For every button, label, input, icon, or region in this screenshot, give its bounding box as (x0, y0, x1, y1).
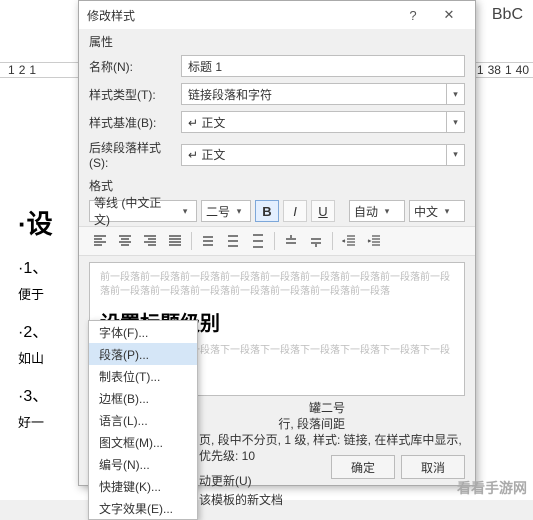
titlebar: 修改样式 ? ✕ (79, 1, 475, 29)
color-value: 自动 (354, 203, 378, 220)
chevron-down-icon: ▾ (446, 112, 464, 132)
doc-item: 好一 (18, 412, 44, 431)
name-input[interactable] (181, 55, 465, 77)
section-attributes: 属性 (79, 29, 475, 52)
menu-item[interactable]: 字体(F)... (89, 321, 197, 343)
watermark: 看看手游网 (457, 478, 527, 498)
follow-label: 后续段落样式(S): (89, 139, 175, 170)
size-select[interactable]: 二号▾ (201, 200, 251, 222)
chevron-down-icon: ▾ (232, 206, 246, 217)
section-format: 格式 (79, 173, 475, 196)
spacing-2-icon[interactable] (222, 231, 244, 251)
align-center-icon[interactable] (114, 231, 136, 251)
format-toolbar-1: 等线 (中文正文)▾ 二号▾ B I U 自动▾ 中文▾ (79, 196, 475, 226)
align-right-icon[interactable] (139, 231, 161, 251)
space-before-inc-icon[interactable] (280, 231, 302, 251)
lang-value: 中文 (414, 203, 438, 220)
color-select[interactable]: 自动▾ (349, 200, 405, 222)
menu-item[interactable]: 图文框(M)... (89, 431, 197, 453)
menu-item[interactable]: 快捷键(K)... (89, 475, 197, 497)
separator (191, 232, 192, 250)
ok-button[interactable]: 确定 (331, 455, 395, 479)
align-left-icon[interactable] (89, 231, 111, 251)
menu-item[interactable]: 边框(B)... (89, 387, 197, 409)
underline-button[interactable]: U (311, 200, 335, 222)
menu-item[interactable]: 段落(P)... (89, 343, 197, 365)
doc-item: 如山 (18, 348, 44, 367)
bold-button[interactable]: B (255, 200, 279, 222)
type-select[interactable]: 链接段落和字符 ▾ (181, 83, 465, 105)
italic-button[interactable]: I (283, 200, 307, 222)
doc-heading: ·设 (18, 204, 53, 241)
format-context-menu: 字体(F)...段落(P)...制表位(T)...边框(B)...语言(L)..… (88, 320, 198, 520)
follow-select[interactable]: ↵ 正文 ▾ (181, 144, 465, 166)
follow-value: ↵ 正文 (188, 146, 225, 163)
font-size: 二号 (206, 203, 230, 220)
menu-item[interactable]: 语言(L)... (89, 409, 197, 431)
lang-select[interactable]: 中文▾ (409, 200, 465, 222)
space-before-dec-icon[interactable] (305, 231, 327, 251)
chevron-down-icon: ▾ (446, 84, 464, 104)
cancel-button[interactable]: 取消 (401, 455, 465, 479)
spacing-3-icon[interactable] (247, 231, 269, 251)
chevron-down-icon: ▾ (380, 206, 394, 217)
style-chip: BbC (492, 6, 523, 24)
menu-item[interactable]: 制表位(T)... (89, 365, 197, 387)
indent-dec-icon[interactable] (338, 231, 360, 251)
doc-item: 便于 (18, 284, 44, 303)
indent-inc-icon[interactable] (363, 231, 385, 251)
menu-item[interactable]: 文字效果(E)... (89, 497, 197, 519)
menu-item[interactable]: 编号(N)... (89, 453, 197, 475)
chevron-down-icon: ▾ (178, 206, 192, 217)
doc-item: ·1、 (18, 254, 48, 278)
format-toolbar-2 (79, 226, 475, 256)
close-button[interactable]: ✕ (431, 1, 467, 29)
chevron-down-icon: ▾ (440, 206, 454, 217)
ruler-right: 1 38 1 40 (477, 62, 529, 78)
name-label: 名称(N): (89, 58, 175, 75)
spacing-1-icon[interactable] (197, 231, 219, 251)
font-name: 等线 (中文正文) (94, 194, 176, 228)
doc-item: ·3、 (18, 382, 48, 406)
chevron-down-icon: ▾ (446, 145, 464, 165)
type-value: 链接段落和字符 (188, 86, 272, 103)
font-select[interactable]: 等线 (中文正文)▾ (89, 200, 197, 222)
base-select[interactable]: ↵ 正文 ▾ (181, 111, 465, 133)
separator (332, 232, 333, 250)
align-justify-icon[interactable] (164, 231, 186, 251)
base-value: ↵ 正文 (188, 114, 225, 131)
type-label: 样式类型(T): (89, 86, 175, 103)
separator (274, 232, 275, 250)
doc-item: ·2、 (18, 318, 48, 342)
base-label: 样式基准(B): (89, 114, 175, 131)
dialog-title: 修改样式 (87, 7, 395, 24)
help-button[interactable]: ? (395, 1, 431, 29)
preview-grey-before: 前一段落前一段落前一段落前一段落前一段落前一段落前一段落前一段落前一段落前一段落… (100, 271, 454, 299)
